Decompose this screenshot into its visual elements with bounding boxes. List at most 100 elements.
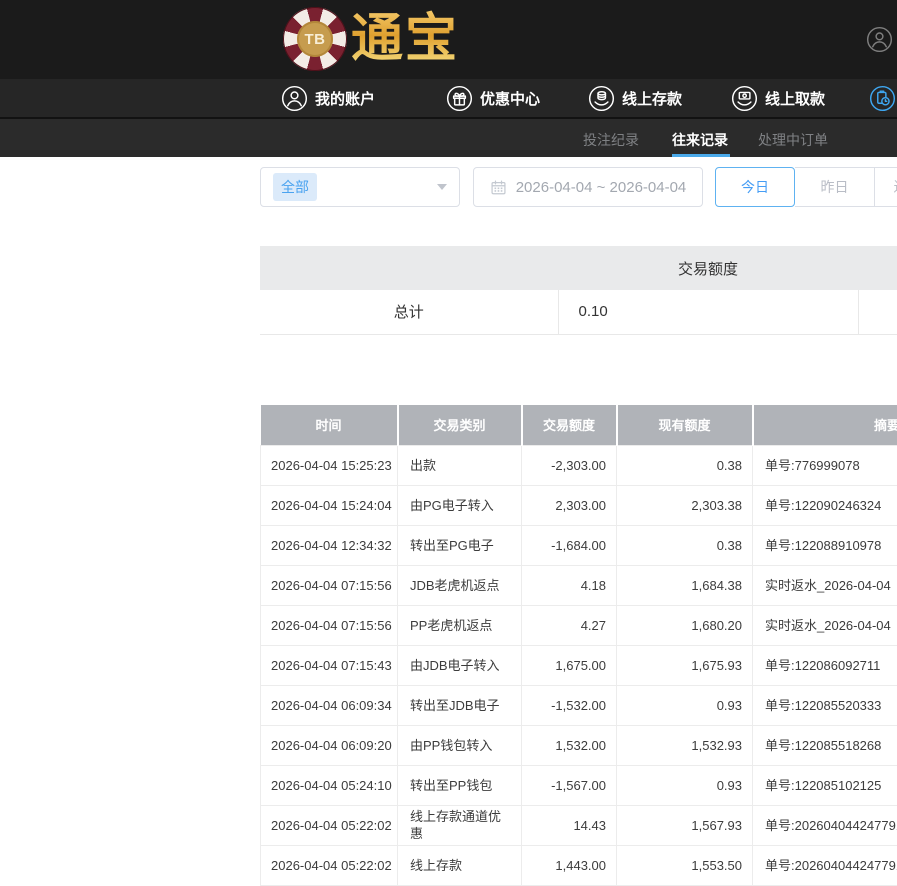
cell-amount: 14.43 xyxy=(522,805,617,845)
table-row: 2026-04-04 07:15:56 PP老虎机返点 4.27 1,680.2… xyxy=(261,605,897,645)
quick-filter-group: 今日 昨日 近七日 xyxy=(715,167,897,207)
cell-amount: 4.27 xyxy=(522,605,617,645)
cell-time: 2026-04-04 15:25:23 xyxy=(261,445,398,485)
cell-amount: 4.18 xyxy=(522,565,617,605)
table-row: 2026-04-04 06:09:34 转出至JDB电子 -1,532.00 0… xyxy=(261,685,897,725)
account-icon xyxy=(281,85,308,112)
cell-note: 实时返水_2026-04-04 xyxy=(753,605,897,645)
tab-transaction-records[interactable]: 往来记录 xyxy=(672,130,728,150)
last-seven-days-button[interactable]: 近七日 xyxy=(875,167,897,207)
nav-item-transaction-records[interactable] xyxy=(869,79,896,117)
topbar: TB 通宝 xyxy=(0,0,897,79)
cell-amount: -2,303.00 xyxy=(522,445,617,485)
summary-header-clipped xyxy=(858,246,897,290)
transactions-table-header: 时间 交易类别 交易额度 现有额度 摘要 xyxy=(261,405,897,445)
summary-total-value: 0.10 xyxy=(558,290,858,334)
table-row: 2026-04-04 15:24:04 由PG电子转入 2,303.00 2,3… xyxy=(261,485,897,525)
cell-balance: 1,675.93 xyxy=(617,645,753,685)
summary-total-label: 总计 xyxy=(260,290,558,334)
table-row: 2026-04-04 05:24:10 转出至PP钱包 -1,567.00 0.… xyxy=(261,765,897,805)
cell-balance: 0.38 xyxy=(617,525,753,565)
summary-header-empty xyxy=(260,246,558,290)
cell-note: 单号:122088910978 xyxy=(753,525,897,565)
cell-note: 单号:202604044247791 xyxy=(753,805,897,845)
col-amount: 交易额度 xyxy=(522,405,617,445)
cell-time: 2026-04-04 07:15:43 xyxy=(261,645,398,685)
cell-amount: 2,303.00 xyxy=(522,485,617,525)
table-row: 2026-04-04 15:25:23 出款 -2,303.00 0.38 单号… xyxy=(261,445,897,485)
cell-note: 实时返水_2026-04-04 xyxy=(753,565,897,605)
brand-logo[interactable]: TB 通宝 xyxy=(283,7,459,71)
cell-time: 2026-04-04 05:22:02 xyxy=(261,805,398,845)
table-row: 2026-04-04 06:09:20 由PP钱包转入 1,532.00 1,5… xyxy=(261,725,897,765)
cell-type: 转出至PP钱包 xyxy=(398,765,522,805)
cell-amount: 1,443.00 xyxy=(522,845,617,885)
tab-bet-records[interactable]: 投注纪录 xyxy=(583,130,639,150)
cell-balance: 1,680.20 xyxy=(617,605,753,645)
records-icon xyxy=(869,85,896,112)
brand-name: 通宝 xyxy=(351,7,459,71)
category-select[interactable]: 全部 xyxy=(260,167,460,207)
cell-type: JDB老虎机返点 xyxy=(398,565,522,605)
cell-time: 2026-04-04 15:24:04 xyxy=(261,485,398,525)
cell-time: 2026-04-04 07:15:56 xyxy=(261,605,398,645)
transactions-table: 时间 交易类别 交易额度 现有额度 摘要 2026-04-04 15:25:23… xyxy=(260,405,897,886)
nav-item-my-account[interactable]: 我的账户 xyxy=(281,79,375,117)
cell-balance: 0.93 xyxy=(617,685,753,725)
promo-gift-icon xyxy=(446,85,473,112)
cell-amount: -1,684.00 xyxy=(522,525,617,565)
cell-balance: 1,567.93 xyxy=(617,805,753,845)
nav-item-promotions[interactable]: 优惠中心 xyxy=(446,79,540,117)
summary-header-amount: 交易额度 xyxy=(558,246,858,290)
cell-time: 2026-04-04 06:09:20 xyxy=(261,725,398,765)
cell-amount: 1,675.00 xyxy=(522,645,617,685)
tab-pending-orders[interactable]: 处理中订单 xyxy=(758,130,828,150)
summary-cell-clipped xyxy=(858,290,897,334)
cell-time: 2026-04-04 05:22:02 xyxy=(261,845,398,885)
date-range-value: 2026-04-04 ~ 2026-04-04 xyxy=(516,179,687,196)
cell-balance: 0.93 xyxy=(617,765,753,805)
cell-balance: 2,303.38 xyxy=(617,485,753,525)
cell-amount: -1,567.00 xyxy=(522,765,617,805)
cell-time: 2026-04-04 05:24:10 xyxy=(261,765,398,805)
cell-note: 单号:122090246324 xyxy=(753,485,897,525)
user-avatar-icon[interactable] xyxy=(866,26,894,54)
cell-type: 线上存款 xyxy=(398,845,522,885)
nav-label: 线上取款 xyxy=(765,88,825,109)
cell-note: 单号:776999078 xyxy=(753,445,897,485)
casino-chip-icon: TB xyxy=(283,7,347,71)
nav-item-withdraw[interactable]: 线上取款 xyxy=(731,79,825,117)
cell-balance: 1,684.38 xyxy=(617,565,753,605)
table-row: 2026-04-04 12:34:32 转出至PG电子 -1,684.00 0.… xyxy=(261,525,897,565)
cell-time: 2026-04-04 12:34:32 xyxy=(261,525,398,565)
table-row: 2026-04-04 07:15:43 由JDB电子转入 1,675.00 1,… xyxy=(261,645,897,685)
cell-type: 由JDB电子转入 xyxy=(398,645,522,685)
yesterday-button[interactable]: 昨日 xyxy=(795,167,875,207)
chip-tb-label: TB xyxy=(297,21,333,57)
cell-amount: -1,532.00 xyxy=(522,685,617,725)
cell-type: 由PP钱包转入 xyxy=(398,725,522,765)
cell-balance: 1,553.50 xyxy=(617,845,753,885)
active-tab-underline xyxy=(672,154,730,157)
calendar-icon xyxy=(490,179,507,196)
cell-balance: 0.38 xyxy=(617,445,753,485)
cell-note: 单号:122085520333 xyxy=(753,685,897,725)
nav-item-deposit[interactable]: 线上存款 xyxy=(588,79,682,117)
cell-note: 单号:122086092711 xyxy=(753,645,897,685)
date-range-input[interactable]: 2026-04-04 ~ 2026-04-04 xyxy=(473,167,703,207)
main-nav: 我的账户 优惠中心 线上存款 xyxy=(0,79,897,117)
chevron-down-icon xyxy=(437,184,447,190)
col-note: 摘要 xyxy=(753,405,897,445)
cell-time: 2026-04-04 07:15:56 xyxy=(261,565,398,605)
table-row: 2026-04-04 07:15:56 JDB老虎机返点 4.18 1,684.… xyxy=(261,565,897,605)
records-subnav: 投注纪录 往来记录 处理中订单 xyxy=(0,117,897,157)
cell-type: 出款 xyxy=(398,445,522,485)
cell-type: 线上存款通道优惠 xyxy=(398,805,522,845)
cell-amount: 1,532.00 xyxy=(522,725,617,765)
cell-type: PP老虎机返点 xyxy=(398,605,522,645)
col-balance: 现有额度 xyxy=(617,405,753,445)
today-button[interactable]: 今日 xyxy=(715,167,795,207)
cell-balance: 1,532.93 xyxy=(617,725,753,765)
nav-label: 我的账户 xyxy=(315,88,375,109)
deposit-icon xyxy=(588,85,615,112)
